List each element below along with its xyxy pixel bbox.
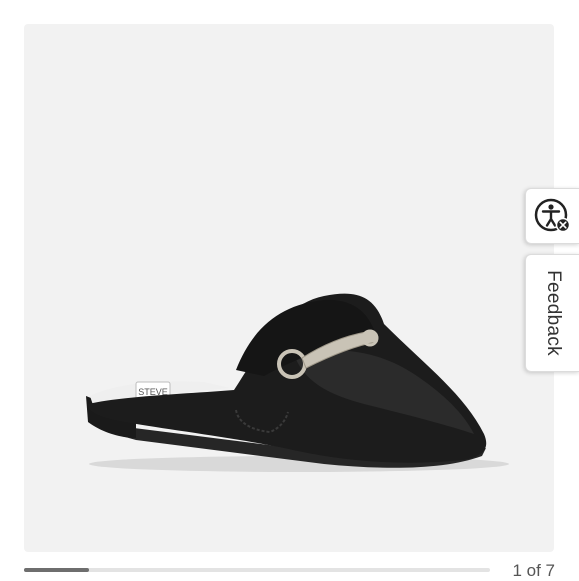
accessibility-icon (534, 198, 571, 233)
gallery-progress-fill (24, 568, 90, 572)
shoe-illustration: STEVE (86, 293, 509, 472)
gallery-page-counter: 1 of 7 (512, 561, 555, 580)
feedback-tab[interactable]: Feedback (525, 254, 579, 372)
gallery-progress-track[interactable] (24, 568, 490, 572)
feedback-label: Feedback (543, 270, 564, 356)
product-image[interactable]: STEVE (24, 24, 554, 552)
accessibility-button[interactable] (525, 188, 579, 244)
